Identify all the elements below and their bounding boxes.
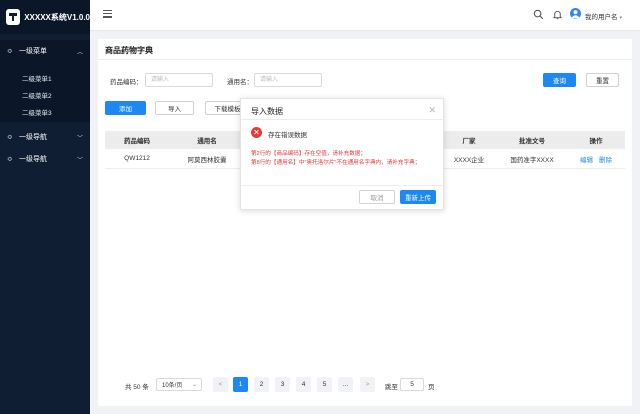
menu-icon: ≎ [7, 48, 13, 55]
cell-ops: 编辑 删除 [567, 149, 625, 168]
chevron-down-icon: ▾ [619, 15, 623, 21]
content-card: 商品药物字典 药品编码： 通用名： 查询 重置 添加 导入 下载模板 药品编码 … [98, 39, 632, 406]
import-button[interactable]: 导入 [155, 101, 194, 115]
sidebar-nav-2[interactable]: ≎ 一级导航 ﹀ [0, 148, 90, 170]
page-button-2[interactable]: 2 [254, 377, 269, 392]
divider [241, 185, 445, 186]
reset-button[interactable]: 重置 [586, 73, 619, 87]
sidebar: XXXXX系统V1.0.0 ≎ 一级菜单 ︿ 二级菜单1 二级菜单2 二级菜单3… [0, 0, 90, 414]
sidebar-item-submenu-3[interactable]: 二级菜单3 [0, 103, 90, 120]
username: 我的用户名 [585, 14, 618, 21]
search-icon[interactable] [533, 9, 544, 20]
sidebar-item-submenu-1[interactable]: 二级菜单1 [0, 69, 90, 86]
brand: XXXXX系统V1.0.0 [0, 0, 90, 34]
chevron-up-icon: ︿ [76, 49, 83, 56]
jump-input[interactable]: 5 [400, 378, 424, 391]
page-size-value: 10条/页 [162, 383, 183, 389]
cancel-button[interactable]: 取消 [359, 190, 395, 204]
error-icon: ✕ [251, 127, 262, 138]
col-approval: 批准文号 [519, 138, 545, 145]
nav-icon: ≎ [7, 134, 13, 141]
sidebar-menu-1[interactable]: ≎ 一级菜单 ︿ [0, 40, 90, 62]
col-name: 通用名 [197, 138, 217, 145]
page-suffix: 页 [428, 384, 435, 391]
cell-approval: 国药准字XXXX [510, 156, 554, 164]
col-code: 药品编码 [124, 138, 150, 145]
add-button[interactable]: 添加 [105, 101, 146, 115]
sidebar-item-submenu-2[interactable]: 二级菜单2 [0, 86, 90, 103]
sidebar-submenu: 二级菜单1 二级菜单2 二级菜单3 [0, 62, 90, 122]
sidebar-nav-1-label: 一级导航 [19, 134, 47, 141]
error-message-1: 第2行的【商品编码】存在空值，请补充数据； [251, 151, 366, 157]
avatar[interactable] [570, 8, 581, 19]
name-input[interactable] [254, 73, 322, 87]
col-manufacturer: 厂家 [462, 138, 476, 145]
prev-page-button[interactable]: < [213, 377, 228, 392]
chevron-down-icon: ⌄ [191, 382, 197, 388]
divider [241, 119, 445, 120]
error-title: 存在错误数据 [268, 132, 307, 139]
cell-name: 阿莫西林胶囊 [187, 156, 227, 164]
sidebar-nav-2-label: 一级导航 [19, 156, 47, 163]
dialog-title: 导入数据 [251, 107, 283, 116]
import-dialog: 导入数据 ✕ ✕ 存在错误数据 第2行的【商品编码】存在空值，请补充数据； 第8… [240, 98, 445, 210]
total-count: 共 50 条 [125, 384, 149, 391]
bell-icon[interactable] [552, 9, 563, 20]
name-label: 通用名： [227, 79, 253, 86]
close-icon[interactable]: ✕ [428, 105, 436, 116]
col-ops: 操作 [589, 138, 603, 145]
code-input[interactable] [145, 73, 213, 87]
app-title: XXXXX系统V1.0.0 [24, 12, 90, 22]
top-header: 我的用户名 ▾ [90, 0, 640, 31]
nav-icon: ≎ [7, 156, 13, 163]
divider [98, 59, 632, 60]
page-button-1[interactable]: 1 [233, 377, 248, 392]
edit-link[interactable]: 编辑 [580, 154, 593, 164]
page-button-5[interactable]: 5 [317, 377, 332, 392]
cell-manufacturer: XXXX企业 [453, 156, 485, 164]
code-label: 药品编码： [110, 79, 143, 86]
page-ellipsis[interactable]: ... [338, 377, 353, 392]
error-message-2: 第8行的【通用名】中"奥托洛尔片"不在通用名字典内，请补充字典； [251, 160, 421, 166]
reupload-button[interactable]: 重新上传 [400, 190, 436, 204]
jump-label: 跳至 [385, 384, 398, 391]
menu-toggle-icon[interactable] [103, 10, 112, 18]
cell-code: QW1212 [124, 155, 150, 162]
delete-link[interactable]: 删除 [599, 154, 612, 164]
page-button-3[interactable]: 3 [275, 377, 290, 392]
page-button-4[interactable]: 4 [296, 377, 311, 392]
chevron-down-icon: ﹀ [76, 157, 83, 164]
user-menu[interactable]: 我的用户名 ▾ [585, 11, 622, 21]
page-size-select[interactable]: 10条/页 ⌄ [156, 378, 202, 391]
sidebar-menu-1-label: 一级菜单 [19, 48, 47, 55]
page-title: 商品药物字典 [105, 46, 153, 55]
query-button[interactable]: 查询 [543, 73, 576, 87]
next-page-button[interactable]: > [360, 377, 375, 392]
pagination: 共 50 条 10条/页 ⌄ < 1 2 3 4 5 ... > 跳至 5 页 [98, 377, 632, 393]
app-logo-icon [6, 9, 21, 25]
chevron-down-icon: ﹀ [76, 135, 83, 142]
sidebar-nav-1[interactable]: ≎ 一级导航 ﹀ [0, 126, 90, 148]
